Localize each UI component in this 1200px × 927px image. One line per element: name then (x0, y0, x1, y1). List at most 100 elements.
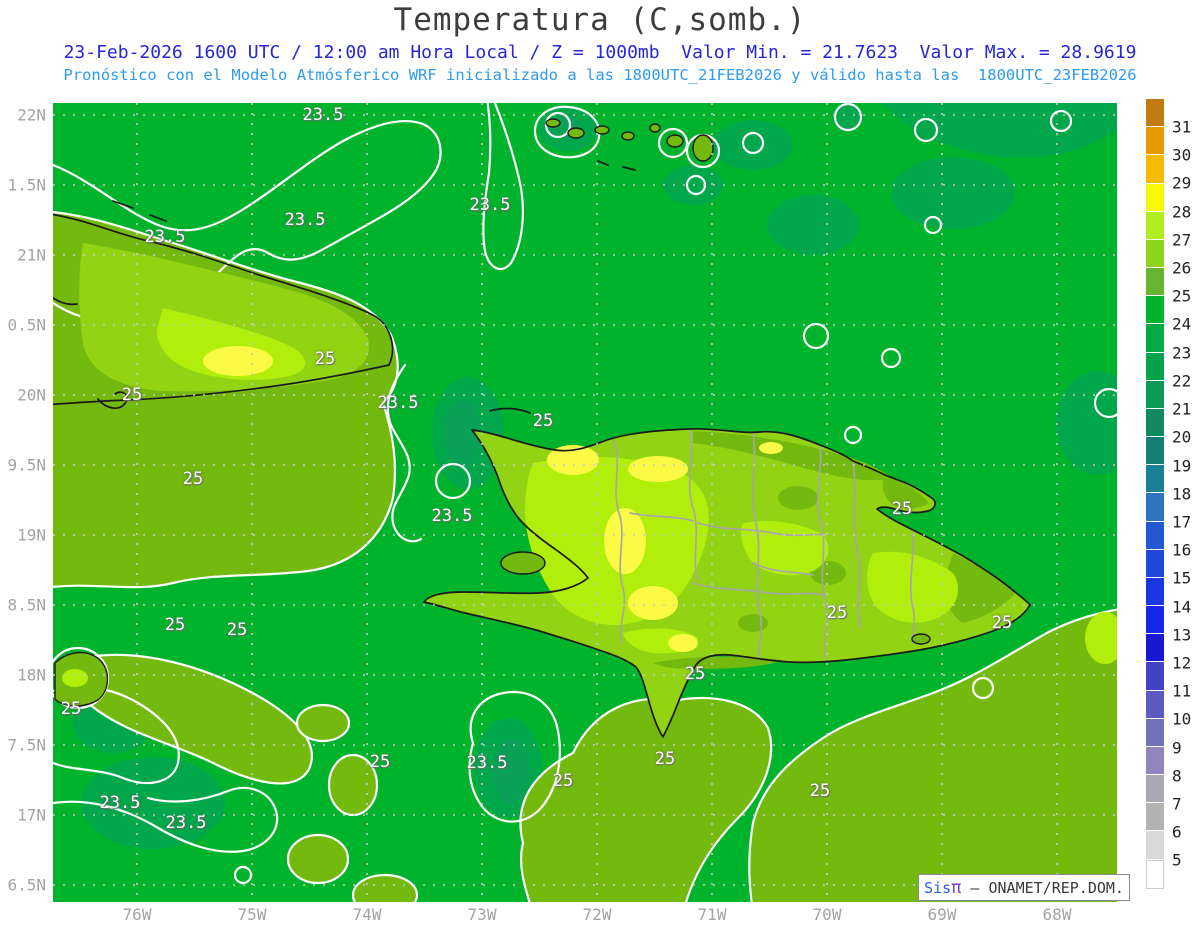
colorbar-cell (1146, 268, 1164, 297)
colorbar-tick-label: 9 (1172, 738, 1182, 758)
lat-tick-label: 6.5N (7, 875, 46, 895)
lon-tick-label: 68W (1042, 905, 1072, 924)
contour-label: 23.5 (302, 105, 344, 125)
colorbar-cell (1146, 690, 1164, 719)
contour-label: 25 (654, 749, 676, 769)
chart-title: Temperatura (C,somb.) (393, 2, 807, 38)
contour-label: 25 (809, 781, 831, 801)
watermark-sis-text: Sis (924, 878, 952, 897)
lat-tick-label: 1.5N (7, 175, 46, 195)
colorbar-tick-label: 22 (1172, 371, 1192, 391)
colorbar-tick-label: 24 (1172, 314, 1192, 334)
contour-label: 25 (60, 699, 82, 719)
colorbar-cell (1146, 775, 1164, 804)
colorbar-cell (1146, 718, 1164, 747)
colorbar-tick-label: 20 (1172, 427, 1192, 447)
temperature-contour-map (53, 103, 1117, 902)
colorbar (1146, 99, 1164, 889)
lon-tick-label: 73W (467, 905, 497, 924)
lon-tick-label: 71W (697, 905, 727, 924)
colorbar-cell (1146, 662, 1164, 691)
contour-label: 23.5 (469, 195, 511, 215)
contour-label: 25 (164, 615, 186, 635)
contour-label: 25 (369, 752, 391, 772)
colorbar-cell (1146, 127, 1164, 156)
lat-tick-label: 17N (17, 805, 46, 825)
colorbar-tick-label: 26 (1172, 258, 1192, 278)
colorbar-cell (1146, 577, 1164, 607)
colorbar-tick-label: 31 (1172, 117, 1192, 137)
watermark-agency-text: – ONAMET/REP.DOM. (961, 878, 1124, 897)
colorbar-cell (1146, 239, 1164, 269)
lon-tick-label: 72W (582, 905, 612, 924)
contour-label: 23.5 (377, 393, 419, 413)
colorbar-cell (1146, 437, 1164, 466)
lat-tick-label: 9.5N (7, 455, 46, 475)
colorbar-tick-label: 14 (1172, 597, 1192, 617)
colorbar-cell (1146, 803, 1164, 832)
colorbar-cell (1146, 380, 1164, 409)
lat-tick-label: 20N (17, 385, 46, 405)
contour-label: 25 (226, 620, 248, 640)
contour-label: 25 (826, 603, 848, 623)
watermark-pi-symbol: π (951, 877, 962, 898)
colorbar-tick-label: 7 (1172, 794, 1182, 814)
lon-tick-label: 75W (237, 905, 267, 924)
colorbar-cell (1146, 183, 1164, 212)
colorbar-tick-label: 25 (1172, 286, 1192, 306)
colorbar-cell (1146, 155, 1164, 184)
model-info-line: Pronóstico con el Modelo Atmósferico WRF… (63, 66, 1137, 84)
colorbar-tick-label: 27 (1172, 230, 1192, 250)
map-area: 23.5 23.5 23.5 23.5 23.5 23.5 23.5 23.5 23.5 25 25… (53, 103, 1117, 902)
colorbar-cell (1146, 296, 1164, 325)
contour-label: 25 (991, 613, 1013, 633)
contour-label: 25 (121, 385, 143, 405)
colorbar-tick-label: 10 (1172, 709, 1192, 729)
colorbar-cell (1146, 859, 1164, 889)
colorbar-cell (1146, 493, 1164, 522)
gonave-island (500, 551, 546, 575)
contour-label: 23.5 (165, 813, 207, 833)
colorbar-tick-label: 18 (1172, 484, 1192, 504)
colorbar-tick-label: 8 (1172, 766, 1182, 786)
contour-label: 25 (552, 771, 574, 791)
colorbar-tick-label: 29 (1172, 173, 1192, 193)
lat-tick-label: 19N (17, 525, 46, 545)
lat-tick-label: 21N (17, 245, 46, 265)
colorbar-tick-label: 28 (1172, 202, 1192, 222)
colorbar-tick-label: 12 (1172, 653, 1192, 673)
lat-tick-label: 18N (17, 665, 46, 685)
lat-tick-label: 0.5N (7, 315, 46, 335)
contour-label: 23.5 (144, 227, 186, 247)
colorbar-cell (1146, 99, 1164, 128)
valid-time-line: 23-Feb-2026 1600 UTC / 12:00 am Hora Loc… (63, 42, 1137, 63)
colorbar-cell (1146, 324, 1164, 353)
contour-label: 23.5 (431, 506, 473, 526)
weather-chart-page: Temperatura (C,somb.) 23-Feb-2026 1600 U… (0, 0, 1200, 927)
colorbar-cell (1146, 746, 1164, 776)
colorbar-tick-label: 15 (1172, 568, 1192, 588)
colorbar-tick-label: 6 (1172, 822, 1182, 842)
saona-island (911, 633, 931, 645)
lon-tick-label: 76W (122, 905, 152, 924)
lat-tick-label: 8.5N (7, 595, 46, 615)
contour-label: 25 (182, 469, 204, 489)
colorbar-cell (1146, 831, 1164, 860)
colorbar-tick-label: 21 (1172, 399, 1192, 419)
colorbar-cell (1146, 606, 1164, 635)
colorbar-cell (1146, 352, 1164, 381)
lon-tick-label: 74W (352, 905, 382, 924)
colorbar-tick-label: 23 (1172, 343, 1192, 363)
colorbar-cell (1146, 521, 1164, 550)
colorbar-cell (1146, 408, 1164, 438)
colorbar-tick-label: 11 (1172, 681, 1192, 701)
lat-tick-label: 7.5N (7, 735, 46, 755)
contour-label: 25 (891, 499, 913, 519)
colorbar-tick-label: 16 (1172, 540, 1192, 560)
sispi-watermark: Sis π – ONAMET/REP.DOM. (918, 874, 1130, 901)
colorbar-tick-label: 5 (1172, 850, 1182, 870)
colorbar-tick-label: 19 (1172, 456, 1192, 476)
colorbar-cell (1146, 549, 1164, 578)
colorbar-tick-label: 30 (1172, 145, 1192, 165)
contour-label: 23.5 (466, 753, 508, 773)
